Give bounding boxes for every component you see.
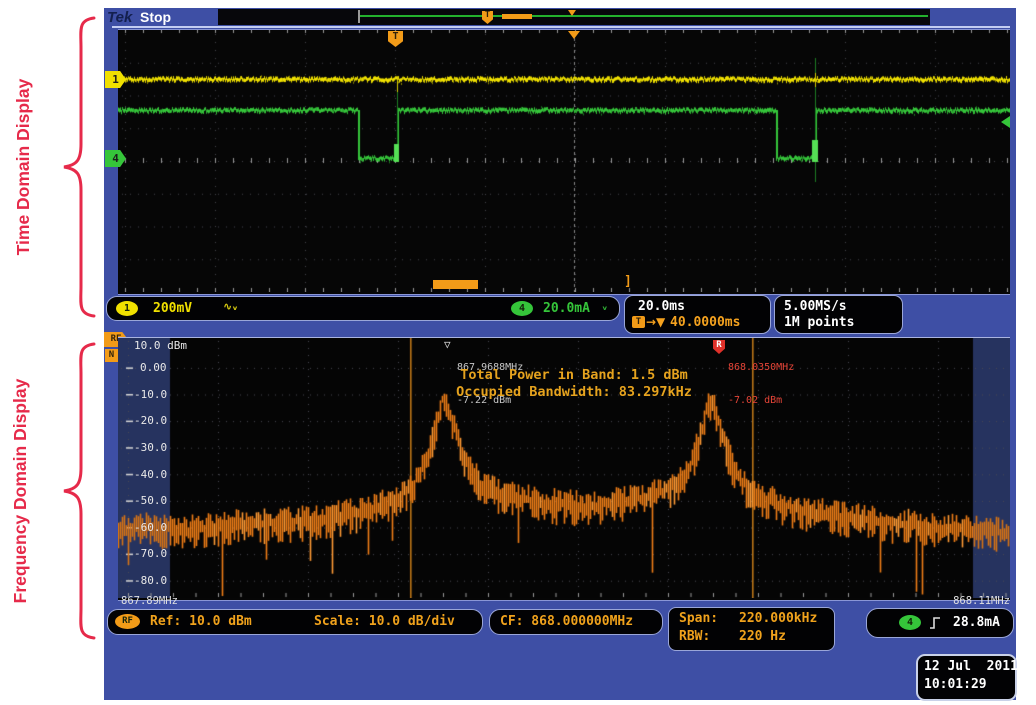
rising-edge-icon bbox=[929, 616, 941, 630]
span-readout: 220.000kHz bbox=[739, 611, 817, 626]
ch4-readout-badge: 4 bbox=[511, 301, 533, 316]
vertical-scale-readout: Scale: 10.0 dB/div bbox=[314, 614, 455, 629]
time-domain-waveforms bbox=[118, 30, 1010, 292]
annotated-screenshot: { "annotations": { "time_label": "Time D… bbox=[0, 0, 1036, 705]
frequency-domain-brace bbox=[56, 342, 98, 640]
y-tick-1: -10.0 bbox=[134, 388, 167, 401]
stop-frequency-label: 868.11MHz bbox=[934, 595, 1010, 607]
y-tick-4: -40.0 bbox=[134, 468, 167, 481]
trigger-t-icon: T bbox=[632, 316, 645, 328]
trigger-level-readout: 28.8mA bbox=[953, 615, 1000, 630]
y-tick-6: -60.0 bbox=[134, 521, 167, 534]
expansion-point-icon bbox=[568, 31, 580, 39]
acquisition-status: Stop bbox=[140, 9, 171, 25]
tek-logo: Tek bbox=[107, 9, 132, 26]
ch4-scale-readout: 20.0mA bbox=[543, 301, 590, 316]
oscilloscope-screen: Tek Stop T T ] 1 4 1 200mV ∿ᵥ 4 20.0mA ᵥ… bbox=[104, 8, 1016, 700]
ch1-readout-badge: 1 bbox=[116, 301, 138, 316]
rbw-readout: 220 Hz bbox=[739, 629, 786, 644]
frequency-domain-graticule: 10.0 dBm 0.00 -10.0 -20.0 -30.0 -40.0 -5… bbox=[118, 337, 1010, 601]
ref-level-label: 10.0 dBm bbox=[134, 339, 187, 352]
expansion-point-overview-icon bbox=[568, 10, 576, 16]
date-readout: 12 Jul 2011 bbox=[924, 659, 1018, 674]
overview-waveform-line bbox=[360, 15, 928, 17]
acquisition-readout-box: 5.00MS/s 1M points bbox=[774, 295, 903, 334]
rbw-label: RBW: bbox=[679, 629, 710, 644]
ch1-bandwidth-icon: ∿ᵥ bbox=[223, 300, 238, 313]
trigger-delay-arrow-icon: →▼ bbox=[646, 315, 665, 329]
overview-trigger-icon: T bbox=[482, 11, 493, 24]
y-tick-2: -20.0 bbox=[134, 414, 167, 427]
time-domain-graticule: T ] bbox=[118, 29, 1010, 295]
ref-level-readout: Ref: 10.0 dBm bbox=[150, 614, 252, 629]
zoom-region-bar bbox=[502, 14, 532, 19]
search-end-bracket: ] bbox=[624, 274, 632, 289]
time-readout: 10:01:29 bbox=[924, 677, 987, 692]
trigger-source-badge: 4 bbox=[899, 615, 921, 630]
y-tick-8: -80.0 bbox=[134, 574, 167, 587]
record-length-readout: 1M points bbox=[784, 315, 854, 330]
center-frequency-readout: CF: 868.000000MHz bbox=[500, 614, 633, 629]
y-tick-0: 0.00 bbox=[140, 361, 167, 374]
sample-rate-readout: 5.00MS/s bbox=[784, 299, 847, 314]
occupied-bandwidth-measurement: Occupied Bandwidth: 83.297kHz bbox=[294, 384, 854, 400]
trigger-readout-box: 4 28.8mA bbox=[866, 608, 1014, 638]
start-frequency-label: 867.89MHz bbox=[121, 595, 178, 607]
y-tick-5: -50.0 bbox=[134, 494, 167, 507]
center-frequency-box: CF: 868.000000MHz bbox=[489, 609, 663, 635]
ch4-bandwidth-icon: ᵥ bbox=[602, 300, 608, 313]
search-result-bar bbox=[433, 280, 478, 289]
rf-readout-badge: RF bbox=[115, 614, 140, 629]
time-domain-annotation: Time Domain Display bbox=[13, 17, 47, 317]
marker-a-icon: ▽ bbox=[444, 339, 451, 350]
frequency-domain-annotation: Frequency Domain Display bbox=[10, 331, 44, 651]
span-label: Span: bbox=[679, 611, 718, 626]
total-power-measurement: Total Power in Band: 1.5 dBm bbox=[294, 367, 854, 383]
trigger-delay-readout: 40.0000ms bbox=[670, 315, 740, 330]
y-tick-3: -30.0 bbox=[134, 441, 167, 454]
span-rbw-box: Span: 220.000kHz RBW: 220 Hz bbox=[668, 607, 835, 651]
record-overview-bar: T bbox=[218, 9, 930, 25]
horizontal-scale-readout: 20.0ms bbox=[638, 299, 685, 314]
datetime-box: 12 Jul 2011 10:01:29 bbox=[916, 654, 1017, 701]
horizontal-readout-box: 20.0ms T →▼ 40.0000ms bbox=[624, 295, 771, 334]
channel-readout-box: 1 200mV ∿ᵥ 4 20.0mA ᵥ bbox=[106, 296, 620, 321]
time-domain-brace bbox=[56, 16, 98, 318]
trigger-level-arrow-icon bbox=[1001, 116, 1010, 128]
rf-readout-box: RF Ref: 10.0 dBm Scale: 10.0 dB/div bbox=[107, 609, 483, 635]
ch1-scale-readout: 200mV bbox=[153, 301, 192, 316]
header-separator bbox=[112, 26, 1010, 28]
y-tick-7: -70.0 bbox=[134, 547, 167, 560]
rf-normal-trace-badge: N bbox=[105, 349, 118, 362]
